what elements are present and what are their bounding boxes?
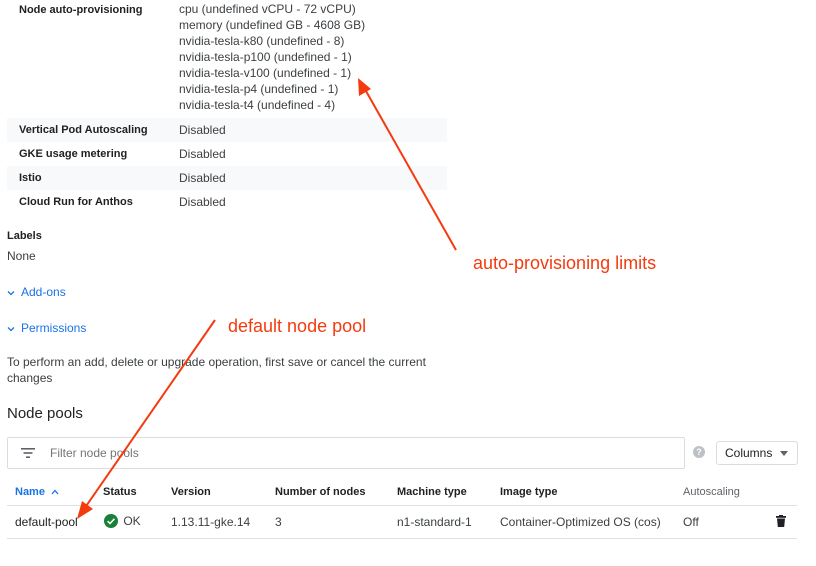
annotation-default-node-pool: default node pool [228,316,367,336]
labels-title: Labels [7,230,42,242]
permissions-link-label: Permissions [21,321,87,335]
annotation-autoprovisioning-limits: auto-provisioning limits [473,253,657,273]
autoprovisioning-label: Node auto-provisioning [19,4,143,16]
autoprovisioning-limit: cpu (undefined vCPU - 72 vCPU) [179,2,356,16]
detail-label: Cloud Run for Anthos [19,196,133,208]
detail-row-istio: Istio Disabled [7,166,447,190]
info-text: To perform an add, delete or upgrade ope… [7,355,426,385]
detail-value: Disabled [179,195,226,209]
table-header-nodes: Number of nodes [275,486,366,498]
table-header-name-label: Name [15,486,45,498]
detail-row-cloud-run: Cloud Run for Anthos Disabled [7,190,447,214]
table-header-image-type: Image type [500,486,558,498]
node-pools-title: Node pools [7,405,83,422]
table-header-name[interactable]: Name [15,486,59,498]
addons-link-label: Add-ons [21,285,66,299]
node-pool-autoscaling: Off [683,515,699,529]
node-pool-machine-type: n1-standard-1 [397,515,472,529]
detail-label: GKE usage metering [19,148,128,160]
node-pool-nodes: 3 [275,515,282,529]
filter-icon[interactable] [21,448,35,458]
autoprovisioning-limit: memory (undefined GB - 4608 GB) [179,18,366,32]
detail-row-usage-metering: GKE usage metering Disabled [7,142,447,166]
detail-label: Vertical Pod Autoscaling [19,124,148,136]
detail-value: Disabled [179,123,226,137]
status-label: OK [123,513,141,528]
filter-node-pools-input[interactable] [48,443,652,463]
columns-button[interactable]: Columns [716,441,798,465]
arrow-to-default-pool [81,319,216,513]
node-pool-status: OK [104,513,141,528]
addons-link[interactable]: Add-ons [7,285,66,299]
node-pool-version: 1.13.11-gke.14 [171,515,251,529]
table-header-autoscaling: Autoscaling [683,486,740,498]
labels-value: None [7,249,36,263]
help-icon[interactable]: ? [693,446,705,458]
table-header-version: Version [171,486,211,498]
filter-bar [7,437,685,469]
chevron-down-icon [7,290,15,296]
columns-button-label: Columns [725,446,773,460]
delete-icon[interactable] [776,515,786,527]
node-pool-name[interactable]: default-pool [15,515,78,529]
dropdown-arrow-icon [780,451,788,456]
detail-row-vpa: Vertical Pod Autoscaling Disabled [7,118,447,142]
permissions-link[interactable]: Permissions [7,321,86,335]
table-header-machine-type: Machine type [397,486,467,498]
autoprovisioning-limit: nvidia-tesla-k80 (undefined - 8) [179,34,345,48]
autoprovisioning-limit: nvidia-tesla-p100 (undefined - 1) [179,50,352,64]
autoprovisioning-limit: nvidia-tesla-v100 (undefined - 1) [179,66,352,80]
autoprovisioning-limit: nvidia-tesla-p4 (undefined - 1) [179,82,339,96]
table-header-status: Status [103,486,137,498]
sort-ascending-icon [51,489,59,495]
detail-label: Istio [19,172,42,184]
chevron-down-icon [7,326,15,332]
check-circle-icon [104,513,118,528]
autoprovisioning-limit: nvidia-tesla-t4 (undefined - 4) [179,98,336,112]
node-pool-image-type: Container-Optimized OS (cos) [500,515,661,529]
detail-value: Disabled [179,171,226,185]
detail-value: Disabled [179,147,226,161]
